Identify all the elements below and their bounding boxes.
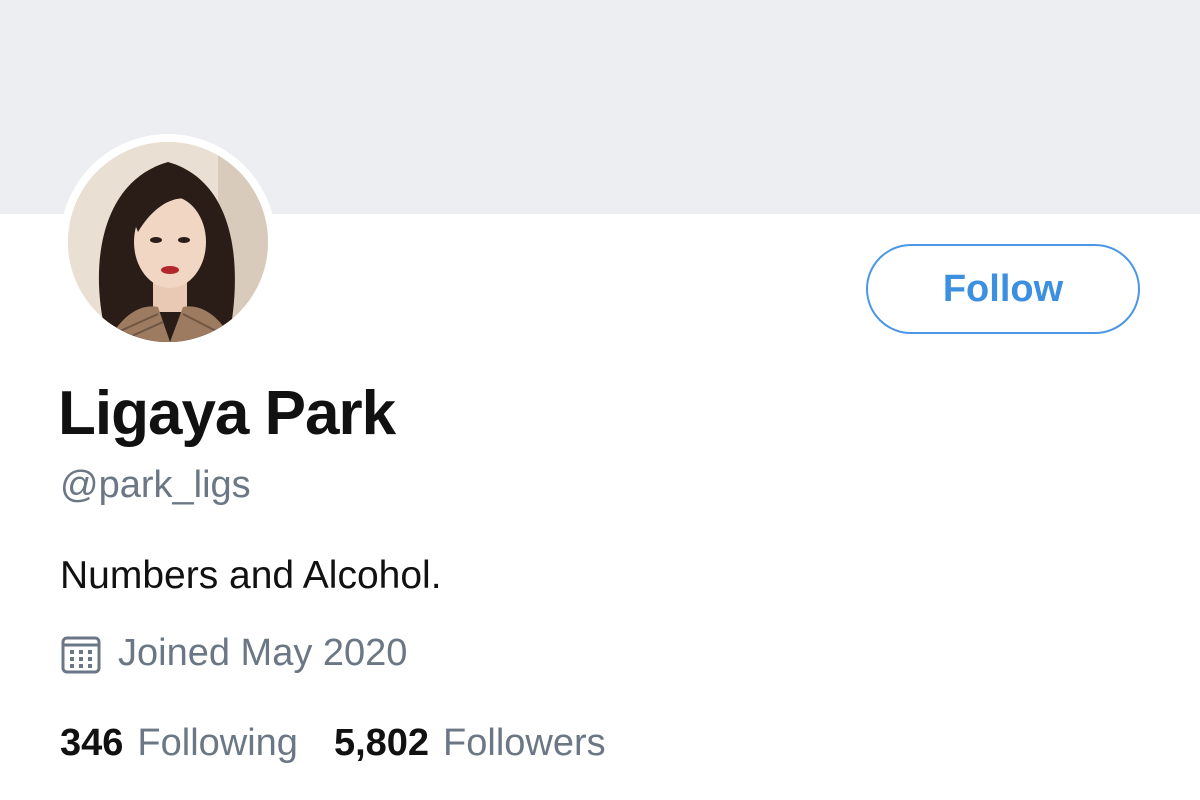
profile-bio: Numbers and Alcohol. xyxy=(60,554,442,597)
avatar-image xyxy=(68,142,268,342)
avatar[interactable] xyxy=(60,134,276,350)
follow-button[interactable]: Follow xyxy=(866,244,1140,334)
followers-count: 5,802 xyxy=(333,722,430,764)
followers-label: Followers xyxy=(443,722,606,764)
avatar-photo xyxy=(68,142,268,342)
followers-stat[interactable]: 5,802 Followers xyxy=(334,722,606,765)
following-stat[interactable]: 346 Following xyxy=(60,722,298,765)
joined-date: Joined May 2020 xyxy=(60,632,407,675)
profile-handle: @park_ligs xyxy=(60,464,251,506)
profile-stats: 346 Following 5,802 Followers xyxy=(60,722,642,765)
profile-name: Ligaya Park xyxy=(58,379,396,448)
following-count: 346 xyxy=(60,722,124,764)
joined-text: Joined May 2020 xyxy=(118,632,408,674)
following-label: Following xyxy=(137,722,298,764)
calendar-icon xyxy=(60,633,102,675)
